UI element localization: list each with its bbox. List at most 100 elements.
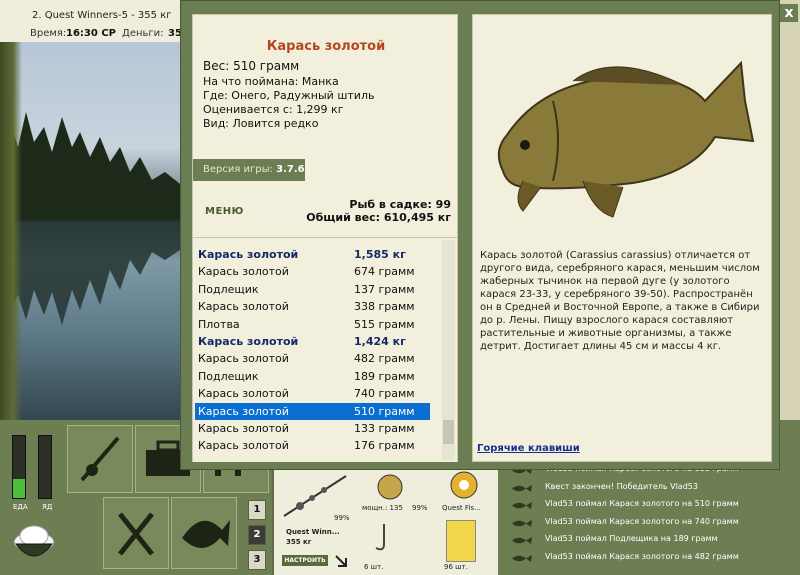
line-label: Quest Fis... [442,504,481,512]
food-meter-label: ЕДА [13,503,28,511]
fish-icon [512,554,532,562]
hook-count: 6 шт. [364,563,384,571]
fish-slot[interactable] [171,497,237,569]
bait-icon[interactable] [446,520,476,562]
catch-fish-weight: 137 грамм [354,282,415,296]
catch-list-scrollbar[interactable] [442,240,455,460]
reel-icon[interactable] [372,472,408,502]
fork-knife-icon [118,512,154,556]
hook-icon[interactable] [368,522,398,554]
close-button[interactable]: x [780,4,798,22]
log-text: Vlad53 поймал Карася золотого на 740 гра… [545,516,739,526]
fish-description: Карась золотой (Carassius carassius) отл… [480,250,760,352]
catch-fish-name: Подлещик [198,369,259,383]
catch-row[interactable]: Карась золотой 740 грамм [195,385,430,402]
catch-row[interactable]: Подлещик 137 грамм [195,281,430,298]
catch-fish-name: Плотва [198,317,240,331]
fish-icon [512,537,532,544]
food-bowl-icon[interactable] [8,512,60,568]
bait-info: На что поймана: Манка [203,75,339,88]
catch-row[interactable]: Карась золотой 510 грамм [195,402,430,420]
catch-row[interactable]: Карась золотой 338 грамм [195,298,430,315]
rod-name: Quest Winn... [286,528,340,536]
catch-list: Карась золотой 1,585 кг Карась золотой 674 … [193,237,457,462]
total-weight: Общий вес: 610,495 кг [306,211,451,224]
catch-fish-weight: 674 грамм [354,265,415,279]
reel-label: мощн.: 135 [362,504,403,512]
log-text: Квест закончен! Победитель Vlad53 [545,481,698,491]
bait-count: 96 шт. [444,563,468,571]
fish-info-panel: Карась золотой Вес: 510 грамм На что пой… [192,14,458,462]
catch-row[interactable]: Карась золотой 1,585 кг [195,246,430,263]
setup-button[interactable]: НАСТРОИТЬ [282,555,328,566]
catch-fish-weight: 740 грамм [354,387,415,401]
rod-setup-icon[interactable] [280,472,350,520]
version-value: 3.7.6 [276,164,305,175]
crucian-carp-image [497,60,755,218]
forest-silhouette [0,112,180,222]
rod-weight: 355 кг [286,538,312,546]
catch-fish-name: Карась золотой [198,335,299,348]
catch-row[interactable]: Подлещик 189 грамм [195,368,430,385]
fish-icon [182,520,230,548]
catch-row[interactable]: Карась золотой 1,424 кг [195,333,430,350]
log-entry: Vlad53 поймал Карася золотого на 740 гра… [511,515,779,531]
fish-icon [512,502,532,509]
tackle-panel: 99% Quest Winn... 355 кг НАСТРОИТЬ мощн.… [272,466,498,575]
catch-fish-weight: 1,424 кг [354,335,406,348]
fishing-line-icon[interactable] [446,470,482,500]
catch-fish-name: Карась золотой [198,422,289,435]
fish-in-net-count: Рыб в садке: 99 [349,198,451,211]
log-entry: Vlad53 поймал Подлещика на 189 грамм [511,532,779,548]
catch-fish-name: Карась золотой [198,387,289,401]
catch-row[interactable]: Карась золотой 133 грамм [195,420,430,437]
catch-fish-name: Карась золотой [198,300,289,314]
hotkeys-link[interactable]: Горячие клавиши [477,443,580,454]
log-text: Vlad53 поймал Подлещика на 189 грамм [545,534,718,543]
food-slot[interactable] [103,497,169,569]
food-meter [12,435,26,499]
menu-button[interactable]: МЕНЮ [205,206,244,217]
catch-fish-name: Карась золотой [198,404,289,418]
money-label: Деньги: [122,28,164,39]
fishing-rod-icon [80,436,120,482]
catch-row[interactable]: Плотва 515 грамм [195,316,430,333]
page-button-1[interactable]: 1 [248,500,266,520]
hunger-meter [38,435,52,499]
scrollbar-thumb[interactable] [443,420,454,444]
fishing-scene-view[interactable] [0,42,180,420]
food-meter-fill [13,479,25,498]
catch-fish-weight: 482 грамм [354,352,415,366]
page-button-2[interactable]: 2 [248,525,266,545]
rod-slot[interactable] [67,425,133,493]
catch-fish-name: Карась золотой [198,248,299,261]
version-label: Версия игры: [203,164,273,175]
catch-fish-name: Подлещик [198,282,259,296]
catch-row[interactable]: Карась золотой 482 грамм [195,350,430,367]
catch-row[interactable]: Карась золотой 674 грамм [195,263,430,280]
log-text: Vlad53 поймал Карася золотого на 510 гра… [545,499,739,508]
catch-fish-name: Карась золотой [198,265,289,279]
page-button-3[interactable]: 3 [248,550,266,570]
catch-fish-weight: 338 грамм [354,300,415,314]
quest-title: 2. Quest Winners-5 - 355 кг [32,10,172,21]
game-version: Версия игры: 3.7.6 [193,159,305,181]
event-log: Vlad53 поймал Карася золотого на 133 гра… [503,464,779,575]
location-info: Где: Онего, Радужный штиль [203,89,375,102]
log-entry: Vlad53 поймал Карася золотого на 482 гра… [511,550,779,566]
catch-fish-name: Карась золотой [198,352,289,366]
time-label: Время: [30,28,67,39]
fish-icon [512,484,532,492]
log-entry: Квест закончен! Победитель Vlad53 [511,480,779,496]
arrow-icon [335,555,347,567]
fish-weight: Вес: 510 грамм [203,59,300,73]
catch-fish-weight: 1,585 кг [354,248,406,261]
log-text: Vlad53 поймал Карася золотого на 482 гра… [545,551,739,561]
catch-row[interactable]: Карась золотой 176 грамм [195,437,430,454]
shore [0,42,22,420]
catch-fish-weight: 515 грамм [354,317,415,331]
catch-fish-weight: 510 грамм [354,404,415,418]
forest-reflection [0,220,180,325]
value-info: Оценивается с: 1,299 кг [203,103,344,116]
catch-fish-name: Карась золотой [198,439,289,453]
